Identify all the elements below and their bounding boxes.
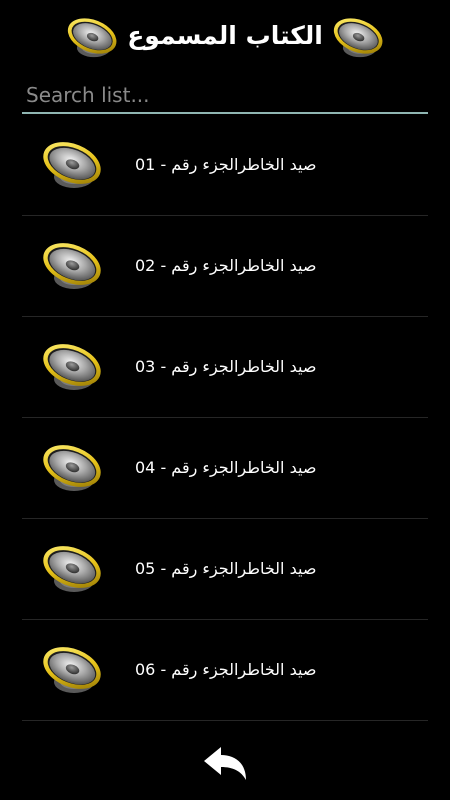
track-label: صيد الخاطرالجزء رقم - 02 bbox=[135, 256, 317, 275]
track-label: صيد الخاطرالجزء رقم - 06 bbox=[135, 660, 317, 679]
list-item[interactable]: صيد الخاطرالجزء رقم - 03 bbox=[22, 317, 428, 418]
speaker-icon bbox=[40, 238, 106, 290]
speaker-icon bbox=[40, 541, 106, 593]
list-item[interactable]: صيد الخاطرالجزء رقم - 04 bbox=[22, 418, 428, 519]
speaker-icon bbox=[40, 440, 106, 492]
list-item[interactable]: صيد الخاطرالجزء رقم - 06 bbox=[22, 620, 428, 721]
speaker-icon bbox=[40, 642, 106, 694]
speaker-icon bbox=[330, 14, 388, 58]
speaker-icon bbox=[40, 137, 106, 189]
track-label: صيد الخاطرالجزء رقم - 03 bbox=[135, 357, 317, 376]
back-arrow-icon[interactable] bbox=[202, 744, 248, 784]
speaker-icon bbox=[64, 14, 122, 58]
track-label: صيد الخاطرالجزء رقم - 05 bbox=[135, 559, 317, 578]
track-label: صيد الخاطرالجزء رقم - 04 bbox=[135, 458, 317, 477]
track-label: صيد الخاطرالجزء رقم - 01 bbox=[135, 155, 317, 174]
speaker-icon bbox=[40, 339, 106, 391]
list-item[interactable]: صيد الخاطرالجزء رقم - 02 bbox=[22, 216, 428, 317]
list-item[interactable]: صيد الخاطرالجزء رقم - 01 bbox=[22, 115, 428, 216]
list-item[interactable]: صيد الخاطرالجزء رقم - 05 bbox=[22, 519, 428, 620]
app-header: الكتاب المسموع bbox=[0, 0, 450, 76]
track-list: صيد الخاطرالجزء رقم - 01 صيد الخاطرالجزء… bbox=[0, 115, 450, 721]
page-title: الكتاب المسموع bbox=[127, 21, 323, 50]
search-input[interactable] bbox=[22, 78, 428, 114]
